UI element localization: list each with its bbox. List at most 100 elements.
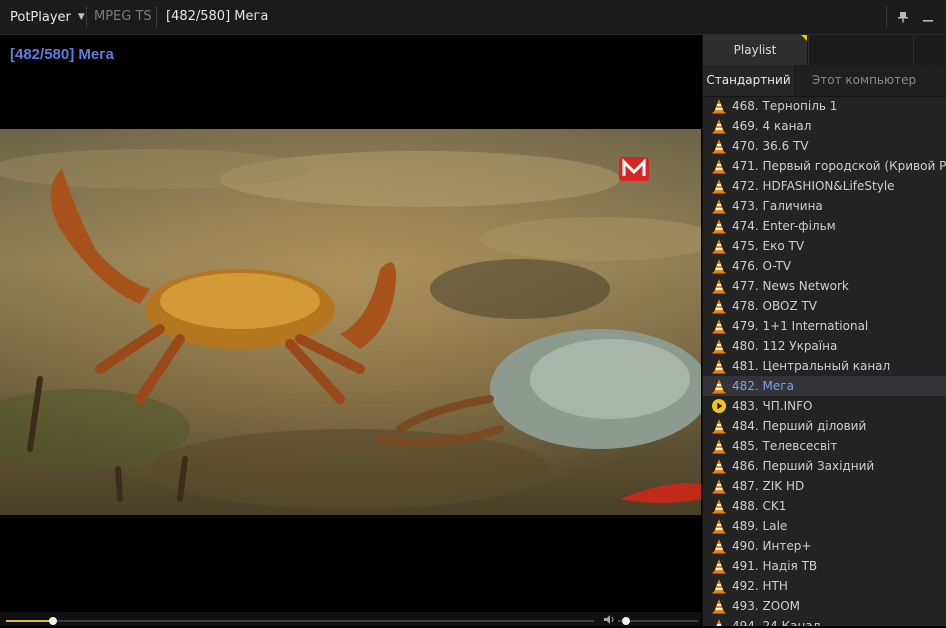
playlist-item[interactable]: 478. OBOZ TV — [703, 296, 946, 316]
playlist-item-label: 493. ZOOM — [732, 599, 800, 613]
volume-icon[interactable] — [603, 614, 615, 625]
tab-playlist-label: Playlist — [733, 43, 777, 57]
playlist-item[interactable]: 480. 112 Україна — [703, 336, 946, 356]
play-circle-icon — [711, 398, 727, 414]
vlc-cone-icon — [711, 458, 727, 474]
vlc-cone-icon — [711, 358, 727, 374]
video-image — [0, 129, 701, 515]
playlist-item[interactable]: 479. 1+1 International — [703, 316, 946, 336]
playlist-item[interactable]: 471. Первый городской (Кривой Рог) — [703, 156, 946, 176]
subtab-standard[interactable]: Стандартний — [703, 65, 795, 96]
video-frame — [0, 129, 701, 515]
divider — [86, 6, 87, 28]
channel-logo — [619, 157, 649, 181]
seek-bar[interactable] — [6, 617, 594, 625]
playlist-item-label: 488. CK1 — [732, 499, 787, 513]
app-menu-button[interactable]: PotPlayer ▼ — [0, 0, 86, 34]
playlist-item-label: 491. Надія ТВ — [732, 559, 818, 573]
playlist-item-label: 492. HTH — [732, 579, 788, 593]
playlist-item[interactable]: 473. Галичина — [703, 196, 946, 216]
window-title: [482/580] Мега — [166, 9, 269, 24]
vlc-cone-icon — [711, 518, 727, 534]
minimize-icon[interactable] — [915, 0, 941, 34]
playlist-item-label: 470. 36.6 TV — [732, 139, 809, 153]
vlc-cone-icon — [711, 438, 727, 454]
playlist[interactable]: 468. Тернопіль 1 469. 4 канал 470. 36.6 TV… — [703, 96, 946, 626]
subtab-more[interactable] — [934, 65, 946, 96]
playlist-item[interactable]: 488. CK1 — [703, 496, 946, 516]
playlist-item[interactable]: 472. HDFASHION&LifeStyle — [703, 176, 946, 196]
vlc-cone-icon — [711, 598, 727, 614]
vlc-cone-icon — [711, 258, 727, 274]
playlist-item-label: 484. Перший діловий — [732, 419, 867, 433]
playlist-item[interactable]: 484. Перший діловий — [703, 416, 946, 436]
playlist-item[interactable]: 477. News Network — [703, 276, 946, 296]
playlist-item[interactable]: 494. 24 Канал — [703, 616, 946, 626]
osd-title: [482/580] Мега — [10, 46, 114, 63]
playlist-item[interactable]: 481. Центральный канал — [703, 356, 946, 376]
playlist-item[interactable]: 491. Надія ТВ — [703, 556, 946, 576]
playlist-subtabs: Стандартний Этот компьютер — [703, 65, 946, 97]
app-menu-label: PotPlayer — [10, 9, 71, 25]
playlist-item[interactable]: 492. HTH — [703, 576, 946, 596]
playlist-item-label: 475. Еко TV — [732, 239, 805, 253]
playlist-item[interactable]: 475. Еко TV — [703, 236, 946, 256]
vlc-cone-icon — [711, 218, 727, 234]
playlist-item-label: 490. Интер+ — [732, 539, 812, 553]
vlc-cone-icon — [711, 418, 727, 434]
playlist-item-label: 472. HDFASHION&LifeStyle — [732, 179, 895, 193]
subtab-this-computer[interactable]: Этот компьютер — [795, 65, 934, 96]
title-bar: PotPlayer ▼ MPEG TS [482/580] Мега — [0, 0, 946, 35]
vlc-cone-icon — [711, 318, 727, 334]
playlist-panel: Playlist Стандартний Этот компьютер 468.… — [702, 35, 946, 626]
tab-empty-2[interactable] — [913, 35, 946, 65]
pin-icon[interactable] — [890, 0, 916, 34]
playlist-item-label: 468. Тернопіль 1 — [732, 99, 838, 113]
codec-label: MPEG TS — [94, 9, 152, 24]
vlc-cone-icon — [711, 98, 727, 114]
playlist-item[interactable]: 474. Enter-фільм — [703, 216, 946, 236]
vlc-cone-icon — [711, 478, 727, 494]
playlist-item-label: 485. Телевсесвіт — [732, 439, 838, 453]
playlist-item[interactable]: 490. Интер+ — [703, 536, 946, 556]
playlist-item[interactable]: 468. Тернопіль 1 — [703, 96, 946, 116]
vlc-cone-icon — [711, 198, 727, 214]
vlc-cone-icon — [711, 138, 727, 154]
playlist-item[interactable]: 493. ZOOM — [703, 596, 946, 616]
vlc-cone-icon — [711, 238, 727, 254]
tab-empty-1[interactable] — [808, 35, 913, 65]
vlc-cone-icon — [711, 378, 727, 394]
playlist-item[interactable]: 485. Телевсесвіт — [703, 436, 946, 456]
playback-controls — [0, 612, 701, 626]
panel-tabs: Playlist — [703, 35, 946, 65]
vlc-cone-icon — [711, 578, 727, 594]
tab-marker — [801, 35, 807, 41]
playlist-item[interactable]: 486. Перший Західний — [703, 456, 946, 476]
vlc-cone-icon — [711, 338, 727, 354]
divider — [886, 6, 887, 28]
vlc-cone-icon — [711, 618, 727, 626]
divider — [156, 6, 157, 28]
playlist-item-label: 489. Lale — [732, 519, 788, 533]
volume-slider[interactable] — [618, 617, 698, 625]
playlist-item[interactable]: 476. O-TV — [703, 256, 946, 276]
playlist-item[interactable]: 487. ZIK HD — [703, 476, 946, 496]
playlist-item-label: 471. Первый городской (Кривой Рог) — [732, 159, 946, 173]
playlist-item[interactable]: 482. Мега — [703, 376, 946, 396]
vlc-cone-icon — [711, 278, 727, 294]
playlist-item[interactable]: 470. 36.6 TV — [703, 136, 946, 156]
volume-handle[interactable] — [622, 617, 630, 625]
playlist-item[interactable]: 469. 4 канал — [703, 116, 946, 136]
playlist-item-label: 482. Мега — [732, 379, 794, 393]
playlist-item-label: 486. Перший Західний — [732, 459, 875, 473]
playlist-item[interactable]: 483. ЧП.INFO — [703, 396, 946, 416]
vlc-cone-icon — [711, 558, 727, 574]
seek-handle[interactable] — [49, 617, 58, 625]
chevron-down-icon: ▼ — [77, 12, 85, 22]
playlist-item[interactable]: 489. Lale — [703, 516, 946, 536]
video-area[interactable]: [482/580] Мега — [0, 35, 701, 612]
playlist-item-label: 480. 112 Україна — [732, 339, 838, 353]
tab-playlist[interactable]: Playlist — [703, 35, 807, 65]
playlist-item-label: 487. ZIK HD — [732, 479, 805, 493]
playlist-item-label: 494. 24 Канал — [732, 619, 821, 626]
